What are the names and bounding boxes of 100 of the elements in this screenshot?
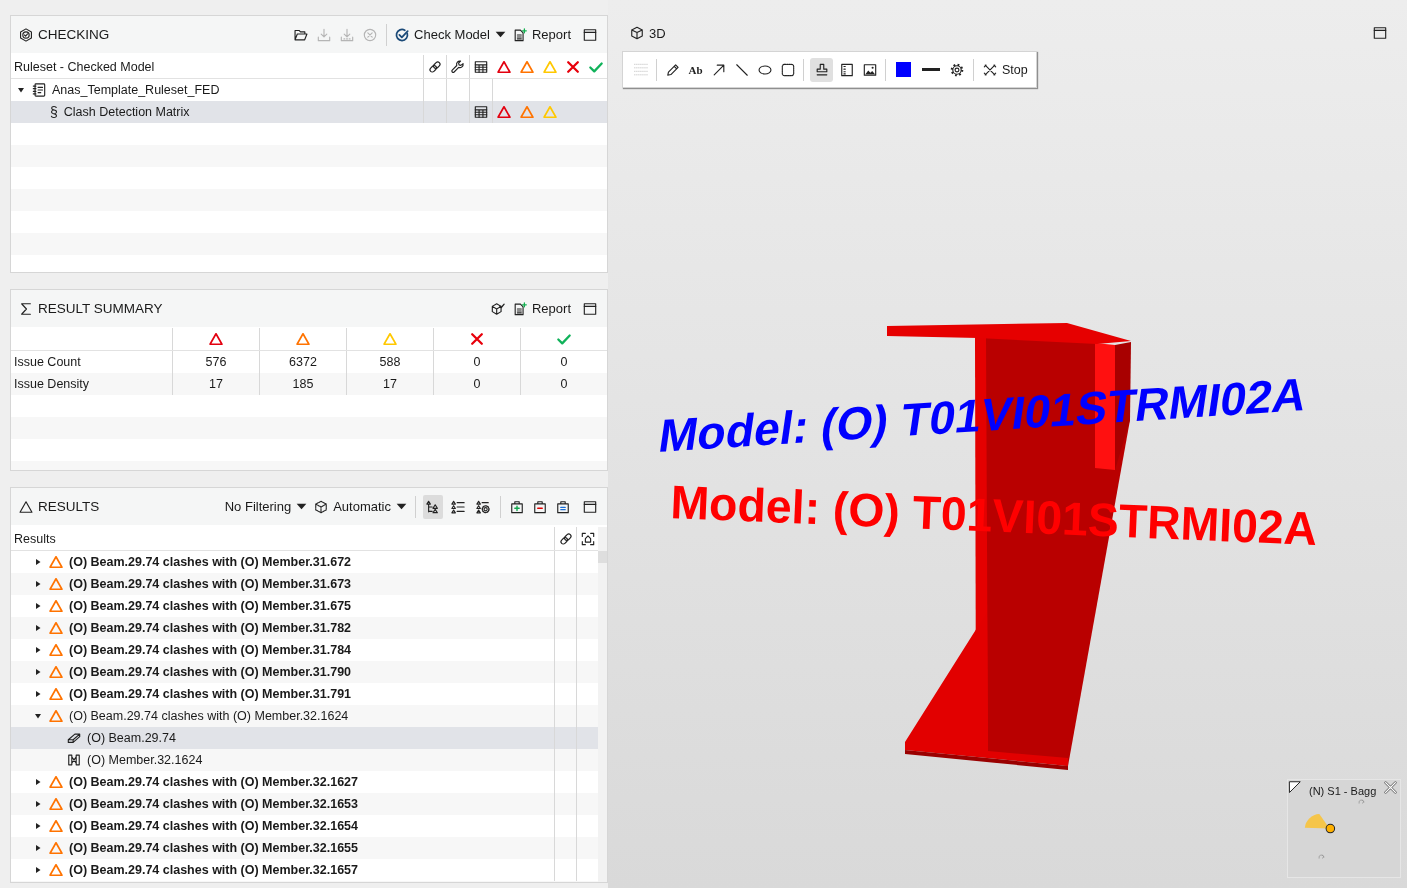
section-symbol: § — [50, 104, 58, 120]
close-icon[interactable] — [1384, 781, 1398, 794]
table-cell: 185 — [292, 377, 314, 391]
warning-triangle-icon — [49, 643, 63, 657]
dashed-cube-icon — [314, 499, 329, 514]
mode-dropdown[interactable]: Automatic — [313, 493, 408, 520]
warning-triangle-icon — [49, 621, 63, 635]
warning-triangle-icon — [542, 105, 557, 119]
caret-down-icon — [296, 501, 308, 512]
collapse-arrow-icon[interactable] — [34, 712, 42, 720]
frame-icon — [67, 753, 81, 767]
legend-icon — [839, 62, 854, 77]
warning-triangle-icon — [49, 775, 63, 789]
result-label: (O) Beam.29.74 clashes with (O) Member.31.782 — [69, 621, 352, 635]
cube-icon — [630, 26, 644, 40]
warning-triangle-icon — [19, 499, 33, 514]
folder-icon[interactable] — [294, 27, 309, 42]
expand-arrow-icon[interactable] — [34, 558, 42, 566]
ellipse-icon — [757, 62, 772, 77]
cube-check-icon[interactable] — [490, 301, 505, 316]
check-model-button[interactable]: Check Model — [394, 21, 507, 48]
check-icon — [588, 59, 603, 74]
warning-triangle-icon — [497, 105, 511, 119]
dot-grid-icon — [633, 62, 648, 77]
bag-equals-icon[interactable] — [556, 499, 570, 514]
sigma-icon — [19, 301, 33, 316]
filter-dropdown[interactable]: No Filtering — [223, 493, 309, 520]
warning-triangle-icon — [209, 332, 223, 346]
expand-arrow-icon[interactable] — [34, 822, 42, 830]
stop-button[interactable]: Stop — [982, 56, 1029, 83]
corner-triangle-icon[interactable] — [1289, 781, 1301, 793]
warning-triangle-icon — [49, 599, 63, 613]
model-label: Model: (O) T01VI01STRMI02A — [655, 368, 1304, 462]
hexagon-check-icon — [19, 27, 33, 42]
table-cell: 576 — [205, 355, 227, 369]
result-label: (O) Beam.29.74 clashes with (O) Member.32.1655 — [69, 841, 359, 855]
focus-frame-icon[interactable] — [580, 531, 595, 546]
cross-icon — [983, 62, 997, 77]
warning-triangle-icon — [49, 819, 63, 833]
result-label: (O) Beam.29.74 clashes with (O) Member.31.672 — [69, 555, 352, 569]
warning-triangle-icon — [49, 665, 63, 679]
result-row[interactable]: (O) Beam.29.74 — [11, 727, 598, 749]
line-icon — [734, 62, 749, 77]
warning-triangle-icon — [49, 841, 63, 855]
result-label: (O) Beam.29.74 clashes with (O) Member.32.1654 — [69, 819, 359, 833]
table-cell: 0 — [473, 377, 481, 391]
view-title: 3D — [649, 25, 666, 41]
text-tool[interactable]: Ab — [686, 57, 705, 82]
expand-arrow-icon[interactable] — [34, 646, 42, 654]
list-icon — [451, 499, 465, 514]
warning-triangle-icon — [49, 797, 63, 811]
column-header: Results — [14, 531, 56, 546]
expand-arrow-icon[interactable] — [34, 668, 42, 676]
maximize-icon[interactable] — [583, 499, 597, 514]
expand-arrow-icon[interactable] — [34, 624, 42, 632]
table-icon — [474, 105, 488, 119]
maximize-icon[interactable] — [1373, 26, 1387, 40]
scrollbar[interactable] — [598, 527, 607, 882]
result-label: (O) Beam.29.74 clashes with (O) Member.31.675 — [69, 599, 352, 613]
link-icon[interactable] — [558, 531, 573, 546]
expand-arrow-icon[interactable] — [34, 602, 42, 610]
bag-minus-icon[interactable] — [533, 499, 547, 514]
link-icon — [428, 59, 442, 74]
warning-triangle-icon — [49, 577, 63, 591]
color-swatch-icon[interactable] — [896, 62, 911, 77]
check-icon — [557, 332, 571, 346]
table-cell: 17 — [209, 377, 223, 391]
maximize-icon[interactable] — [583, 27, 597, 42]
collapse-arrow-icon[interactable] — [17, 86, 25, 94]
document-plus-icon — [512, 301, 527, 316]
table-cell: 0 — [560, 377, 568, 391]
tree-view-toggle[interactable] — [423, 494, 443, 519]
maximize-icon[interactable] — [583, 301, 597, 316]
warning-triangle-icon — [542, 59, 557, 74]
scrollbar-thumb[interactable] — [598, 551, 607, 563]
hierarchy-icon — [426, 499, 440, 514]
expand-arrow-icon[interactable] — [34, 580, 42, 588]
row-label: Issue Count — [14, 355, 81, 369]
tree-item-label: Clash Detection Matrix — [63, 105, 190, 119]
result-label: (O) Beam.29.74 clashes with (O) Member.31.673 — [69, 577, 352, 591]
stamp-tool[interactable] — [810, 57, 833, 82]
row-label: Issue Density — [14, 377, 90, 391]
warning-triangle-icon — [49, 687, 63, 701]
expand-arrow-icon[interactable] — [34, 778, 42, 786]
report-button[interactable]: Report — [511, 295, 572, 322]
panel-title: RESULTS — [38, 499, 100, 514]
settings-icon[interactable] — [950, 62, 964, 77]
expand-arrow-icon[interactable] — [34, 844, 42, 852]
expand-arrow-icon[interactable] — [34, 866, 42, 874]
document-plus-icon — [512, 27, 527, 42]
result-label: (O) Beam.29.74 clashes with (O) Member.31.784 — [69, 643, 352, 657]
bag-plus-icon[interactable] — [510, 499, 524, 514]
panel-title: CHECKING — [38, 27, 110, 42]
tree-row[interactable]: § Clash Detection Matrix — [11, 101, 607, 123]
expand-arrow-icon[interactable] — [34, 690, 42, 698]
report-button[interactable]: Report — [511, 21, 572, 48]
warning-triangle-icon — [49, 555, 63, 569]
check-circle-icon — [395, 27, 410, 42]
caret-down-icon — [396, 501, 407, 512]
expand-arrow-icon[interactable] — [34, 800, 42, 808]
